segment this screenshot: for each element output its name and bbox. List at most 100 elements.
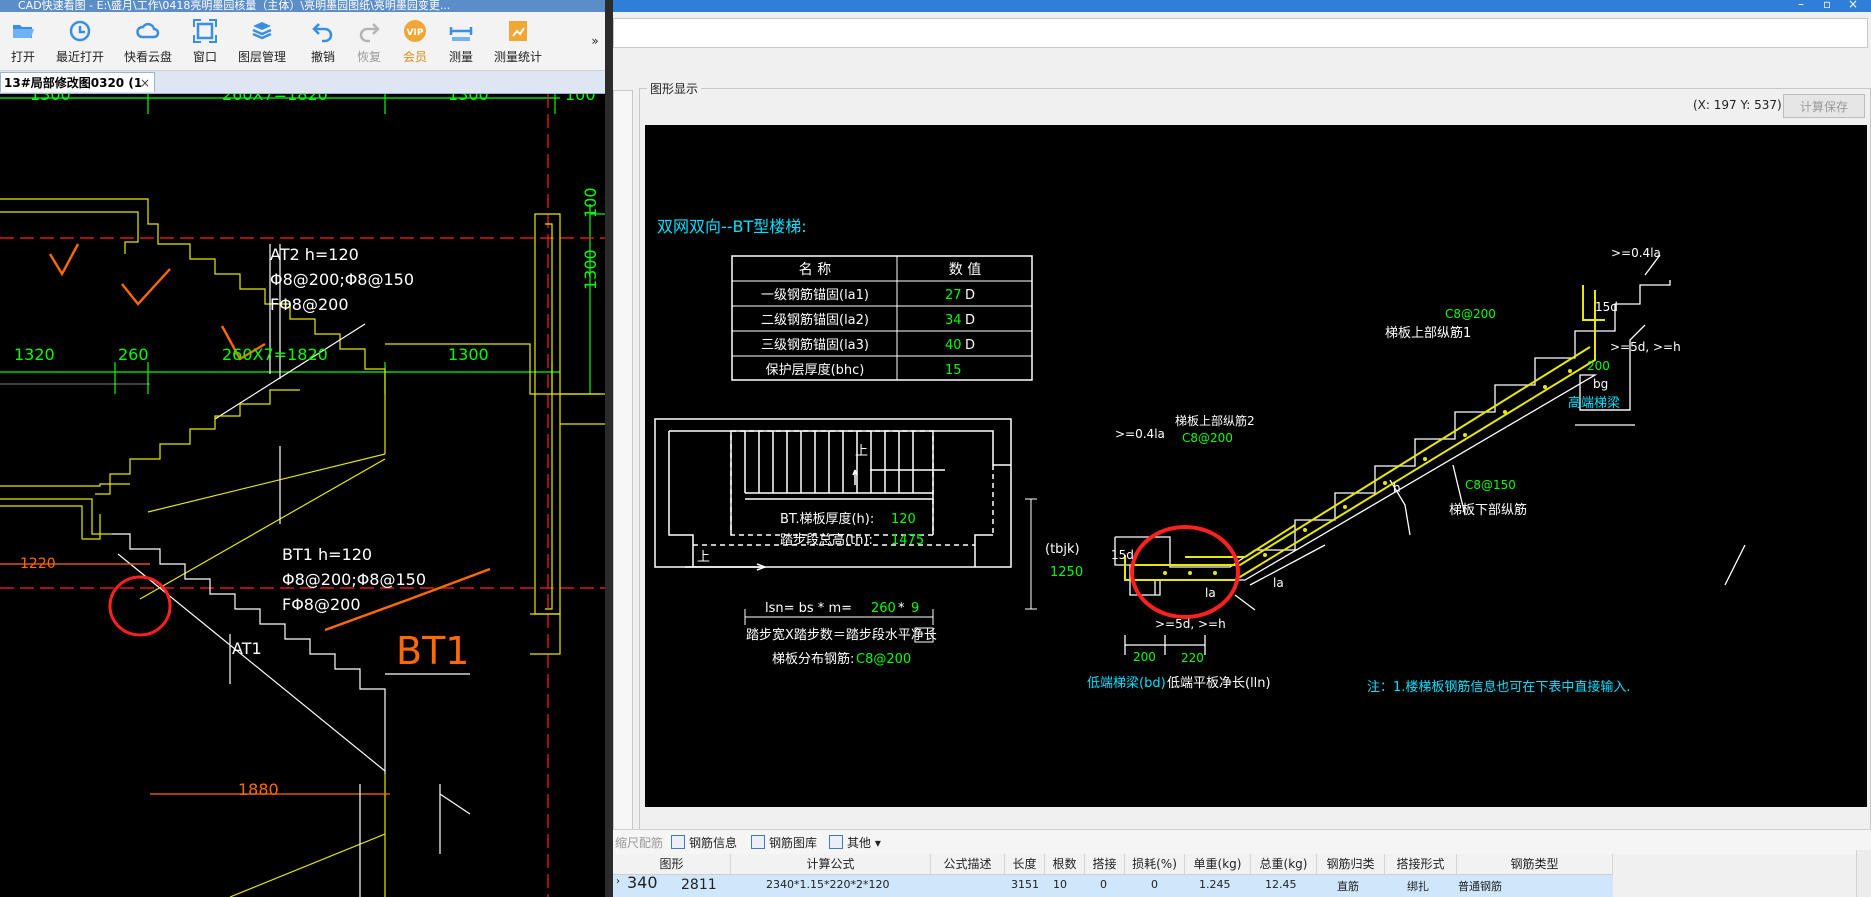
upper-rebar1-label: 梯板上部纵筋1 (1385, 325, 1471, 341)
distribution-rebar-value[interactable]: C8@200 (856, 652, 911, 667)
col-header-lap-form[interactable]: 搭接形式 (1385, 854, 1457, 874)
recent-open-button[interactable]: 最近打开 (52, 18, 108, 68)
lsn-m-value[interactable]: 9 (911, 601, 919, 616)
col-header-unit-weight[interactable]: 单重(kg) (1185, 854, 1251, 874)
window-splitter (605, 0, 613, 897)
col-header-lap[interactable]: 搭接 (1085, 854, 1125, 874)
row-length[interactable]: 3151 (1011, 878, 1039, 891)
row-rebar-type[interactable]: 普通钢筋 (1458, 878, 1502, 894)
table-row-value[interactable]: 34 (945, 313, 962, 328)
cloud-disk-label: 快看云盘 (123, 50, 172, 64)
tab-other[interactable]: 其他 ▾ (829, 834, 881, 851)
table-header-value: 数 值 (949, 262, 981, 278)
slab-thickness-value[interactable]: 120 (891, 512, 916, 527)
layer-manager-button[interactable]: 图层管理 (234, 18, 290, 68)
lower-rebar-spec[interactable]: C8@150 (1465, 478, 1516, 492)
handwriting-check-2 (121, 268, 171, 306)
col-header-formula[interactable]: 计算公式 (731, 854, 931, 874)
tab-scale-rebar[interactable]: 缩尺配筋 (615, 834, 663, 851)
dim-text-100-right: 100 (581, 187, 600, 218)
col-header-formula-desc[interactable]: 公式描述 (931, 854, 1005, 874)
recent-icon (69, 20, 91, 42)
formula-input[interactable] (613, 18, 1868, 48)
redo-label: 恢复 (356, 50, 381, 64)
cursor-coordinates: (X: 197 Y: 537) (1693, 98, 1782, 112)
tab-rebar-library[interactable]: 钢筋图库 (751, 834, 817, 851)
close-window-icon[interactable]: × (1848, 0, 1858, 11)
row-loss[interactable]: 0 (1151, 878, 1158, 891)
table-row-value[interactable]: 40 (945, 338, 962, 353)
upper-rebar2-spec[interactable]: C8@200 (1182, 431, 1233, 445)
window-button[interactable]: 窗口 (188, 18, 222, 68)
col-header-loss[interactable]: 损耗(%) (1125, 854, 1185, 874)
anchor-5d-h-low-label: >=5d, >=h (1155, 617, 1226, 631)
table-row-name: 保护层厚度(bhc) (766, 362, 865, 378)
cloud-disk-button[interactable]: 快看云盘 (120, 18, 176, 68)
step-height-value[interactable]: 1475 (891, 533, 924, 548)
col-header-shape[interactable]: 图形 (613, 854, 731, 874)
red-circle-mark (1130, 525, 1240, 619)
table-row-value[interactable]: 15 (945, 363, 962, 378)
layer-manager-label: 图层管理 (237, 50, 286, 64)
row-formula[interactable]: 2340*1.15*220*2*120 (766, 878, 889, 891)
bt1-rebar-label: Φ8@200;Φ8@150 (282, 570, 426, 589)
window-label: 窗口 (192, 50, 217, 64)
measure-stats-icon (509, 21, 527, 41)
row-expand-icon[interactable]: › (616, 876, 620, 887)
document-icon (671, 835, 685, 849)
row-category[interactable]: 直筋 (1337, 878, 1359, 894)
stair-rebar-diagram[interactable]: 双网双向--BT型楼梯: 名 称 数 值 一级钢筋锚固(la1) 27 D 二级… (645, 125, 1867, 807)
row-total-weight: 12.45 (1265, 878, 1297, 891)
calc-save-button[interactable]: 计算保存 (1783, 94, 1865, 118)
upper-rebar1-spec[interactable]: C8@200 (1445, 307, 1496, 321)
table-row-name: 三级钢筋锚固(la3) (761, 337, 869, 353)
low-plate-length-value[interactable]: 220 (1181, 651, 1204, 665)
cad-window-title: CAD快速看图 - E:\盛月\工作\0418亮明墨园核量（主体）\亮明墨园图纸… (18, 0, 451, 12)
other-icon (829, 835, 843, 849)
row-count[interactable]: 10 (1053, 878, 1067, 891)
plan-up-label: 上 (855, 444, 868, 459)
lsn-bs-value[interactable]: 260 (871, 601, 896, 616)
measure-button[interactable]: 测量 (444, 18, 478, 68)
maximize-icon[interactable]: ▫ (1823, 0, 1831, 11)
close-tab-icon[interactable]: × (140, 73, 150, 92)
at2-dist-label: FΦ8@200 (270, 295, 349, 314)
cad-title-bar: CAD快速看图 - E:\盛月\工作\0418亮明墨园核量（主体）\亮明墨园图纸… (0, 0, 605, 12)
row-lap-form[interactable]: 绑扎 (1407, 878, 1429, 894)
tab-rebar-info[interactable]: 钢筋信息 (671, 834, 737, 851)
window-icon (193, 19, 217, 43)
measure-icon (449, 27, 473, 41)
row-lap[interactable]: 0 (1100, 878, 1107, 891)
high-beam-width-value[interactable]: 200 (1587, 359, 1610, 373)
dim-text-1300-mid: 1300 (448, 345, 489, 364)
measure-stats-label: 测量统计 (493, 50, 542, 64)
anchor-5d-h-top-label: >=5d, >=h (1610, 340, 1681, 354)
col-header-total-weight[interactable]: 总重(kg) (1251, 854, 1317, 874)
at2-rebar-label: Φ8@200;Φ8@150 (270, 270, 414, 289)
col-header-category[interactable]: 钢筋归类 (1317, 854, 1385, 874)
table-row[interactable]: › 340 2811 2340*1.15*220*2*120 3151 10 0… (613, 873, 1613, 897)
redo-button[interactable]: 恢复 (352, 18, 386, 68)
undo-button[interactable]: 撤销 (306, 18, 340, 68)
col-header-rebar-type[interactable]: 钢筋类型 (1457, 854, 1613, 874)
cad-drawing-canvas[interactable]: 1300 260X7=1820 1300 100 AT2 h=120 Φ8@20… (0, 94, 605, 897)
row-shape-mark: 340 (627, 873, 658, 892)
high-beam-bg-label: bg (1593, 377, 1608, 391)
vip-button[interactable]: VIP 会员 (398, 18, 432, 68)
col-header-count[interactable]: 根数 (1045, 854, 1085, 874)
dim-text-1820-top: 260X7=1820 (222, 94, 328, 104)
col-header-length[interactable]: 长度 (1005, 854, 1045, 874)
bt1-dist-label: FΦ8@200 (282, 595, 361, 614)
folder-open-icon (13, 25, 34, 38)
open-button[interactable]: 打开 (6, 18, 40, 68)
document-tab[interactable]: 13#局部修改图0320 (1 × (0, 72, 155, 92)
document-tab-bar: 13#局部修改图0320 (1 × (0, 71, 605, 94)
minimize-icon[interactable]: – (1798, 0, 1804, 11)
table-row-value[interactable]: 27 (945, 288, 962, 303)
low-beam-width-value[interactable]: 200 (1133, 650, 1156, 664)
vertical-scrollbar[interactable] (1856, 850, 1871, 897)
measure-stats-button[interactable]: 测量统计 (490, 18, 546, 68)
low-plate-length-label: 低端平板净长(lln) (1167, 676, 1271, 691)
vip-icon: VIP (404, 20, 426, 42)
tbjk-value[interactable]: 1250 (1050, 565, 1083, 580)
